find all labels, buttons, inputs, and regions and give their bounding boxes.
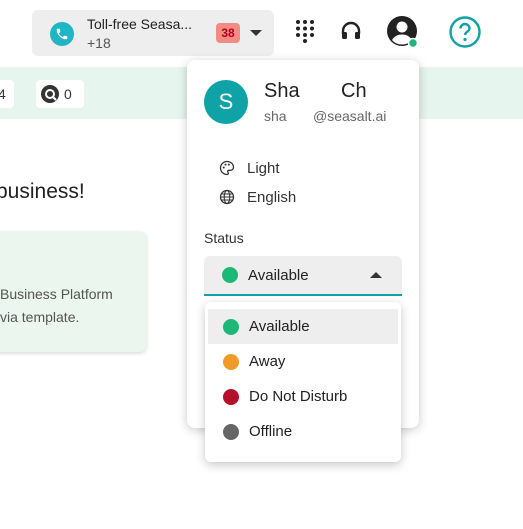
count-chip-value: 4 [0, 86, 6, 102]
globe-icon [219, 189, 235, 205]
account-icon[interactable] [386, 15, 420, 49]
mention-count-value: 0 [64, 86, 72, 102]
status-option-label: Away [249, 353, 286, 370]
language-label: English [247, 188, 297, 206]
avatar: S [204, 80, 248, 124]
palette-icon [219, 160, 235, 176]
headset-icon[interactable] [338, 18, 364, 44]
mention-count-chip[interactable]: 0 [36, 80, 84, 108]
count-chip[interactable]: 4 [0, 80, 14, 108]
available-dot-icon [223, 318, 239, 335]
theme-toggle[interactable]: Light [219, 157, 280, 179]
status-option-label: Do Not Disturb [249, 388, 348, 405]
status-option-available[interactable]: Available [208, 309, 398, 344]
status-option-away[interactable]: Away [205, 344, 401, 379]
status-select-value: Available [248, 266, 309, 284]
status-heading: Status [204, 230, 244, 246]
phone-line-selector[interactable]: Toll-free Seasa... +18 38 [32, 10, 274, 56]
status-option-offline[interactable]: Offline [205, 414, 401, 449]
user-handle: sha [264, 108, 287, 124]
info-card: Business Platform via template. [0, 232, 146, 352]
help-icon[interactable] [448, 15, 482, 49]
line-title: Toll-free Seasa... [87, 16, 193, 32]
away-dot-icon [223, 353, 239, 370]
user-first-name: Sha [264, 80, 300, 102]
theme-label: Light [247, 159, 280, 177]
line-number: +18 [87, 35, 111, 51]
status-option-label: Available [249, 318, 310, 335]
phone-icon [50, 22, 74, 46]
user-domain: @seasalt.ai [313, 108, 387, 124]
info-card-line-2: via template. [0, 309, 80, 325]
do-not-disturb-dot-icon [223, 388, 239, 405]
offline-dot-icon [223, 423, 239, 440]
language-selector[interactable]: English [219, 186, 296, 208]
dialpad-icon[interactable] [292, 18, 318, 44]
chevron-up-icon [370, 272, 382, 278]
user-last-name: Ch [341, 80, 367, 102]
status-option-do-not-disturb[interactable]: Do Not Disturb [205, 379, 401, 414]
status-dot-icon [222, 267, 238, 283]
status-option-label: Offline [249, 423, 293, 440]
unread-count-badge: 38 [216, 23, 240, 43]
welcome-heading: business! [0, 180, 85, 203]
status-dropdown-menu: Available Away Do Not Disturb Offline [205, 302, 401, 462]
chevron-down-icon[interactable] [250, 30, 262, 36]
info-card-line-1: Business Platform [0, 286, 113, 302]
mention-icon [41, 85, 59, 103]
status-select[interactable]: Available [204, 256, 402, 296]
